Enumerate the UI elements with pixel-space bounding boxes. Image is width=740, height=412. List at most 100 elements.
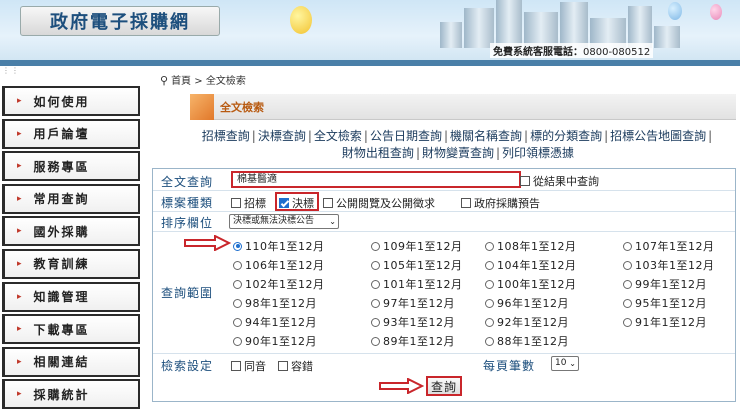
search-submit-button[interactable]: 查詢 xyxy=(426,376,462,396)
radio-label: 95年1至12月 xyxy=(635,297,707,310)
settings-row: 檢索設定 同音 容錯 每頁筆數 10 ⌄ xyxy=(153,354,735,374)
link-separator: | xyxy=(251,129,256,143)
range-radio-option[interactable]: 93年1至12月 xyxy=(371,314,455,330)
sort-select[interactable]: 決標或無法決標公告 ⌄ xyxy=(229,214,339,229)
sidebar-item-how-to-use[interactable]: ▸ 如何使用 xyxy=(2,86,140,116)
link-fulltext-search[interactable]: 全文檢索 xyxy=(314,129,362,143)
radio-label: 90年1至12月 xyxy=(245,335,317,348)
site-logo[interactable]: 政府電子採購網 xyxy=(20,6,220,36)
breadcrumb: ⚲ 首頁 > 全文檢索 xyxy=(160,72,246,87)
range-radio-option[interactable]: 105年1至12月 xyxy=(371,257,463,273)
link-date-query[interactable]: 公告日期查詢 xyxy=(370,129,442,143)
radio-label: 103年1至12月 xyxy=(635,259,715,272)
link-category-query[interactable]: 標的分類查詢 xyxy=(530,129,602,143)
radio-button xyxy=(623,241,632,251)
range-radio-option[interactable]: 103年1至12月 xyxy=(623,257,715,273)
range-radio-option[interactable]: 99年1至12月 xyxy=(623,276,707,292)
arrow-annotation-icon xyxy=(184,235,231,251)
radio-button xyxy=(233,279,242,289)
sidebar-item-label: 知識管理 xyxy=(33,290,90,305)
checkbox-label: 政府採購預告 xyxy=(474,197,540,210)
link-print-receipt[interactable]: 列印領標憑據 xyxy=(502,146,574,160)
chevron-down-icon: ⌄ xyxy=(329,217,336,226)
fulltext-input[interactable]: 棉基醫適 xyxy=(231,171,521,188)
search-in-results-checkbox[interactable]: 從結果中查詢 xyxy=(520,173,599,189)
range-radio-option[interactable]: 108年1至12月 xyxy=(485,238,577,254)
link-sale-query[interactable]: 財物變賣查詢 xyxy=(422,146,494,160)
radio-label: 106年1至12月 xyxy=(245,259,325,272)
range-radio-option[interactable]: 104年1至12月 xyxy=(485,257,577,273)
case-type-tender-checkbox[interactable]: 招標 xyxy=(231,195,266,211)
sort-select-value: 決標或無法決標公告 xyxy=(233,216,315,226)
sidebar-item-foreign-procurement[interactable]: ▸ 國外採購 xyxy=(2,216,140,247)
page-size-select[interactable]: 10 ⌄ xyxy=(551,356,579,371)
range-radio-option[interactable]: 89年1至12月 xyxy=(371,333,455,349)
range-radio-option[interactable]: 88年1至12月 xyxy=(485,333,569,349)
range-radio-option[interactable]: 109年1至12月 xyxy=(371,238,463,254)
arrow-right-icon: ▸ xyxy=(17,291,24,302)
radio-label: 107年1至12月 xyxy=(635,240,715,253)
checkbox-label: 同音 xyxy=(244,360,266,373)
link-tender-query[interactable]: 招標查詢 xyxy=(202,129,250,143)
sidebar-item-service[interactable]: ▸ 服務專區 xyxy=(2,151,140,182)
section-title: 全文檢索 xyxy=(220,101,264,114)
range-radio-option[interactable]: 92年1至12月 xyxy=(485,314,569,330)
radio-button xyxy=(233,336,242,346)
radio-label: 91年1至12月 xyxy=(635,316,707,329)
range-radio-option[interactable]: 101年1至12月 xyxy=(371,276,463,292)
sidebar-item-label: 用戶論壇 xyxy=(33,127,90,142)
link-award-query[interactable]: 決標查詢 xyxy=(258,129,306,143)
range-radio-option[interactable]: 102年1至12月 xyxy=(233,276,325,292)
case-type-award-checkbox[interactable]: 決標 xyxy=(279,195,314,211)
sidebar-item-knowledge[interactable]: ▸ 知識管理 xyxy=(2,281,140,312)
radio-button xyxy=(233,298,242,308)
sidebar-item-forum[interactable]: ▸ 用戶論壇 xyxy=(2,118,140,149)
range-radio-option[interactable]: 106年1至12月 xyxy=(233,257,325,273)
setting-fault-tolerance-checkbox[interactable]: 容錯 xyxy=(278,358,313,374)
link-separator: | xyxy=(363,129,368,143)
sidebar-item-statistics[interactable]: ▸ 採購統計 xyxy=(2,379,140,410)
range-radio-option[interactable]: 110年1至12月 xyxy=(233,238,325,254)
setting-homophone-checkbox[interactable]: 同音 xyxy=(231,358,266,374)
sidebar-item-common-query[interactable]: ▸ 常用查詢 xyxy=(2,183,140,214)
logo-text: 政府電子採購網 xyxy=(50,12,190,33)
radio-button xyxy=(623,317,632,327)
radio-label: 88年1至12月 xyxy=(497,335,569,348)
link-separator: | xyxy=(604,129,609,143)
site-header: 政府電子採購網 免費系統客服電話：0800-080512 xyxy=(0,0,740,60)
hotline-text: 免費系統客服電話：0800-080512 xyxy=(490,43,654,58)
range-radio-option[interactable]: 96年1至12月 xyxy=(485,295,569,311)
range-radio-option[interactable]: 100年1至12月 xyxy=(485,276,577,292)
range-radio-option[interactable]: 90年1至12月 xyxy=(233,333,317,349)
range-radio-option[interactable]: 107年1至12月 xyxy=(623,238,715,254)
radio-button xyxy=(371,260,380,270)
search-icon: ⚲ xyxy=(160,74,169,87)
range-radio-option[interactable]: 97年1至12月 xyxy=(371,295,455,311)
link-agency-query[interactable]: 機關名稱查詢 xyxy=(450,129,522,143)
sidebar: ⋮⋮ ▸ 如何使用 ▸ 用戶論壇 ▸ 服務專區 ▸ 常用查詢 ▸ 國外採購 ▸ 教育訓練 ▸… xyxy=(0,66,144,410)
radio-label: 102年1至12月 xyxy=(245,278,325,291)
case-type-preview-checkbox[interactable]: 政府採購預告 xyxy=(461,195,540,211)
range-radio-option[interactable]: 91年1至12月 xyxy=(623,314,707,330)
range-radio-option[interactable]: 98年1至12月 xyxy=(233,295,317,311)
sidebar-item-download[interactable]: ▸ 下載專區 xyxy=(2,314,140,345)
radio-button xyxy=(485,241,494,251)
sidebar-item-links[interactable]: ▸ 相關連結 xyxy=(2,346,140,377)
fulltext-label: 全文查詢 xyxy=(161,175,214,189)
page-size-label: 每頁筆數 xyxy=(483,359,536,373)
checkbox-label: 招標 xyxy=(244,197,266,210)
radio-button xyxy=(371,241,380,251)
link-map-query[interactable]: 招標公告地圖查詢 xyxy=(610,129,706,143)
range-row: 查詢範圍 110年1至12月 109年1至12月 108年1至12月 107年1至12… xyxy=(153,232,735,354)
radio-button xyxy=(485,279,494,289)
range-radio-option[interactable]: 95年1至12月 xyxy=(623,295,707,311)
breadcrumb-home[interactable]: 首頁 xyxy=(171,76,191,87)
case-type-public-review-checkbox[interactable]: 公開閱覽及公開徵求 xyxy=(323,195,435,211)
page-size-value: 10 xyxy=(555,358,567,368)
link-rental-query[interactable]: 財物出租查詢 xyxy=(342,146,414,160)
checkbox-label: 公開閱覽及公開徵求 xyxy=(336,197,435,210)
chevron-down-icon: ⌄ xyxy=(569,359,576,368)
range-radio-option[interactable]: 94年1至12月 xyxy=(233,314,317,330)
sidebar-item-training[interactable]: ▸ 教育訓練 xyxy=(2,248,140,279)
case-type-row: 標案種類 招標 決標 公開閱覽及公開徵求 政府採購預告 xyxy=(153,191,735,212)
